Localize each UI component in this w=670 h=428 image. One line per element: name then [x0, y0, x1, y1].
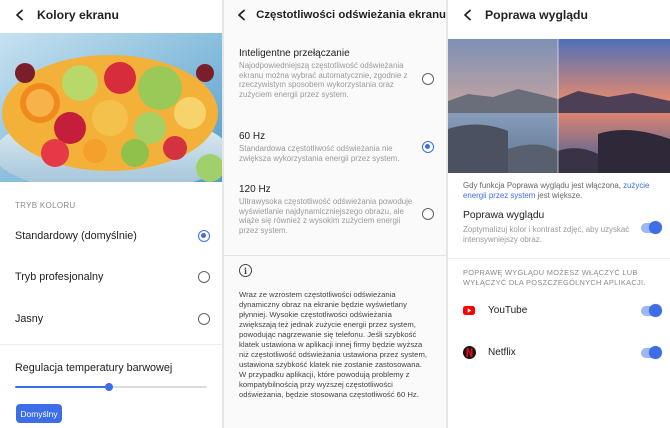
comparison-preview-image — [448, 39, 670, 173]
radio-professional[interactable] — [198, 271, 210, 283]
note-text: Gdy funkcja Poprawa wyglądu jest włączon… — [463, 181, 624, 190]
back-button[interactable] — [233, 4, 250, 26]
color-settings-screen: Kolory ekranu TRYB KOLORU Standardowy (d… — [0, 0, 222, 428]
color-mode-option[interactable]: Tryb profesjonalny — [0, 265, 222, 289]
app-name: YouTube — [488, 305, 528, 316]
power-note: Gdy funkcja Poprawa wyglądu jest włączon… — [463, 181, 658, 201]
divider — [0, 344, 222, 345]
info-text: Wraz ze wzrostem częstotliwości odświeża… — [239, 290, 427, 399]
toggle-description: Zoptymalizuj kolor i kontrast zdjęć, aby… — [463, 225, 630, 244]
option-title: 60 Hz — [239, 131, 266, 142]
back-arrow-icon — [16, 9, 23, 21]
divider — [224, 255, 446, 256]
apps-section-label: POPRAWĘ WYGLĄDU MOŻESZ WŁĄCZYĆ LUB WYŁĄC… — [463, 268, 646, 287]
radio-60hz[interactable] — [422, 141, 434, 153]
radio-bright[interactable] — [198, 313, 210, 325]
back-button[interactable] — [9, 4, 31, 26]
info-icon: i — [239, 264, 252, 277]
option-description: Najodpowiedniejszą częstotliwość odśwież… — [239, 61, 408, 99]
option-title: Inteligentne przełączanie — [239, 48, 350, 59]
netflix-icon — [463, 346, 476, 359]
default-button[interactable]: Domyślny — [16, 404, 62, 423]
page-title: Kolory ekranu — [37, 8, 119, 22]
refresh-option[interactable]: 120 Hz Ultrawysoka częstotliwość odśwież… — [224, 183, 446, 253]
page-title: Poprawa wyglądu — [485, 8, 588, 22]
note-text: jest większe. — [535, 191, 583, 200]
netflix-toggle[interactable] — [641, 346, 662, 359]
back-arrow-icon — [464, 9, 471, 21]
option-label: Standardowy (domyślnie) — [15, 230, 137, 242]
radio-smart[interactable] — [422, 73, 434, 85]
color-mode-option[interactable]: Standardowy (domyślnie) — [0, 224, 222, 248]
color-mode-section-label: TRYB KOLORU — [15, 201, 76, 210]
slider-thumb[interactable] — [105, 383, 114, 391]
appearance-enhancement-screen: Poprawa wyglądu Gdy funkcja Poprawa wygl… — [448, 0, 670, 428]
app-bar: Poprawa wyglądu — [448, 0, 670, 30]
app-bar: Kolory ekranu — [0, 0, 222, 30]
option-label: Tryb profesjonalny — [15, 271, 104, 283]
enhancement-toggle[interactable] — [641, 221, 662, 234]
app-name: Netflix — [488, 347, 516, 358]
option-label: Jasny — [15, 313, 44, 325]
enhancement-toggle-row[interactable]: Poprawa wyglądu Zoptymalizuj kolor i kon… — [448, 206, 670, 250]
youtube-toggle[interactable] — [641, 304, 662, 317]
fruit-salad-image — [0, 33, 222, 182]
temperature-label: Regulacja temperatury barwowej — [15, 362, 173, 374]
app-row[interactable]: Netflix — [448, 342, 670, 364]
back-arrow-icon — [237, 9, 245, 21]
option-description: Standardowa częstotliwość odświeżania ni… — [239, 144, 400, 163]
refresh-option[interactable]: 60 Hz Standardowa częstotliwość odświeża… — [224, 130, 446, 170]
radio-standard[interactable] — [198, 230, 210, 242]
divider — [448, 258, 670, 259]
toggle-title: Poprawa wyglądu — [463, 210, 545, 221]
youtube-icon — [463, 304, 475, 316]
app-bar: Częstotliwości odświeżania ekranu — [224, 0, 446, 30]
app-row[interactable]: YouTube — [448, 300, 670, 322]
refresh-rate-screen: Częstotliwości odświeżania ekranu Inteli… — [224, 0, 446, 428]
color-mode-option[interactable]: Jasny — [0, 307, 222, 331]
radio-120hz[interactable] — [422, 208, 434, 220]
slider-fill — [15, 386, 110, 388]
option-description: Ultrawysoka częstotliwość odświeżania po… — [239, 197, 413, 235]
temperature-slider[interactable] — [15, 383, 207, 391]
back-button[interactable] — [457, 4, 479, 26]
page-title: Częstotliwości odświeżania ekranu — [256, 9, 446, 21]
option-title: 120 Hz — [239, 184, 271, 195]
